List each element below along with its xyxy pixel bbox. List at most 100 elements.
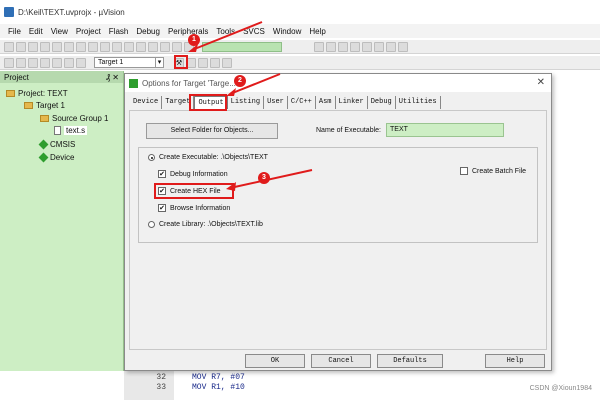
manage-runtime-icon[interactable]	[198, 57, 208, 68]
breakpoint-icon[interactable]	[350, 41, 360, 52]
defaults-button[interactable]: Defaults	[377, 354, 443, 368]
highlight-create-hex-file	[154, 183, 234, 199]
step-badge-2: 2	[234, 75, 246, 87]
kill-breakpoints-icon[interactable]	[374, 41, 384, 52]
tree-source-group-label: Source Group 1	[52, 114, 109, 123]
cut-icon[interactable]	[52, 41, 62, 52]
tab-listing[interactable]: Listing	[228, 96, 265, 109]
cancel-button[interactable]: Cancel	[311, 354, 371, 368]
download-icon[interactable]	[64, 57, 74, 68]
debug-start-icon[interactable]	[338, 41, 348, 52]
select-folder-button[interactable]: Select Folder for Objects...	[146, 123, 278, 139]
stop-build-icon[interactable]	[52, 57, 62, 68]
tree-cmsis[interactable]: CMSIS	[38, 139, 75, 150]
target-select[interactable]: Target 1 ▾	[94, 57, 164, 68]
create-library-radio[interactable]	[148, 221, 155, 228]
close-icon[interactable]: ✕	[537, 77, 545, 88]
tree-target[interactable]: Target 1	[24, 101, 65, 110]
ok-button[interactable]: OK	[245, 354, 305, 368]
outdent-icon[interactable]	[160, 41, 170, 52]
comment-icon[interactable]	[172, 41, 182, 52]
create-library-row[interactable]: Create Library: .\Objects\TEXT.lib	[148, 221, 263, 228]
panel-pin-close-icon[interactable]: ₰ ✕	[106, 73, 119, 82]
bookmark-icon[interactable]	[136, 41, 146, 52]
create-executable-row[interactable]: Create Executable: .\Objects\TEXT	[148, 154, 268, 161]
line-number: 33	[156, 383, 166, 392]
rebuild-icon[interactable]	[28, 57, 38, 68]
tab-c-cpp[interactable]: C/C++	[288, 96, 316, 109]
menu-help[interactable]: Help	[305, 27, 329, 36]
line-number: 32	[156, 373, 166, 382]
tree-device[interactable]: Device	[38, 152, 74, 163]
tree-file[interactable]: text.s	[54, 126, 88, 135]
new-file-icon[interactable]	[4, 41, 14, 52]
tree-target-label: Target 1	[36, 101, 65, 110]
dialog-titlebar: Options for Target 'Targe... ✕	[125, 74, 551, 92]
name-of-executable-field[interactable]: TEXT	[386, 123, 504, 137]
debug-information-row[interactable]: ✔ Debug Information	[158, 170, 228, 178]
step-badge-3: 3	[258, 172, 270, 184]
menu-bar: File Edit View Project Flash Debug Perip…	[0, 24, 600, 38]
find-combo[interactable]	[202, 41, 282, 52]
menu-debug[interactable]: Debug	[132, 27, 164, 36]
window-titlebar: D:\Keil\TEXT.uvprojx - µVision	[0, 0, 600, 24]
menu-window[interactable]: Window	[269, 27, 305, 36]
save-all-icon[interactable]	[40, 41, 50, 52]
create-batch-file-label: Create Batch File	[472, 167, 527, 175]
line-number-gutter: 32 33	[124, 371, 174, 400]
tab-device[interactable]: Device	[130, 96, 163, 109]
tab-utilities[interactable]: Utilities	[396, 96, 441, 109]
code-line: MOV R1, #10	[192, 383, 245, 392]
browse-information-checkbox[interactable]: ✔	[158, 204, 166, 212]
nav-forward-icon[interactable]	[124, 41, 134, 52]
tab-asm[interactable]: Asm	[316, 96, 336, 109]
name-of-executable-label: Name of Executable:	[316, 127, 381, 134]
menu-file[interactable]: File	[4, 27, 25, 36]
menu-view[interactable]: View	[47, 27, 72, 36]
create-batch-file-checkbox[interactable]	[460, 167, 468, 175]
tab-debug[interactable]: Debug	[368, 96, 396, 109]
tree-project[interactable]: Project: TEXT	[6, 89, 68, 98]
incremental-find-icon[interactable]	[326, 41, 336, 52]
configure-icon[interactable]	[398, 41, 408, 52]
disable-breakpoint-icon[interactable]	[362, 41, 372, 52]
group-folder-icon	[40, 115, 49, 122]
select-software-packs-icon[interactable]	[222, 57, 232, 68]
create-batch-file-row[interactable]: Create Batch File	[460, 167, 526, 175]
menu-svcs[interactable]: SVCS	[239, 27, 269, 36]
build-icon[interactable]	[16, 57, 26, 68]
erase-icon[interactable]	[76, 57, 86, 68]
create-executable-radio[interactable]	[148, 154, 155, 161]
target-folder-icon	[24, 102, 33, 109]
menu-edit[interactable]: Edit	[25, 27, 47, 36]
help-button[interactable]: Help	[485, 354, 545, 368]
pack-installer-icon[interactable]	[210, 57, 220, 68]
dialog-icon	[129, 78, 138, 88]
redo-icon[interactable]	[100, 41, 110, 52]
device-component-icon	[38, 152, 49, 163]
batch-build-icon[interactable]	[40, 57, 50, 68]
debug-information-checkbox[interactable]: ✔	[158, 170, 166, 178]
nav-back-icon[interactable]	[112, 41, 122, 52]
menu-project[interactable]: Project	[72, 27, 105, 36]
copy-icon[interactable]	[64, 41, 74, 52]
undo-icon[interactable]	[88, 41, 98, 52]
menu-tools[interactable]: Tools	[212, 27, 239, 36]
translate-icon[interactable]	[4, 57, 14, 68]
open-file-icon[interactable]	[16, 41, 26, 52]
tab-user[interactable]: User	[264, 96, 288, 109]
find-icon[interactable]	[314, 41, 324, 52]
menu-flash[interactable]: Flash	[105, 27, 133, 36]
paste-icon[interactable]	[76, 41, 86, 52]
menu-peripherals[interactable]: Peripherals	[164, 27, 212, 36]
browse-information-row[interactable]: ✔ Browse Information	[158, 204, 230, 212]
tab-linker[interactable]: Linker	[336, 96, 368, 109]
save-icon[interactable]	[28, 41, 38, 52]
indent-icon[interactable]	[148, 41, 158, 52]
project-panel-title: Project	[4, 72, 29, 82]
create-library-label: Create Library: .\Objects\TEXT.lib	[159, 221, 263, 228]
tree-file-label: text.s	[64, 126, 88, 135]
tree-source-group[interactable]: Source Group 1	[40, 114, 108, 123]
main-toolbar	[0, 40, 600, 54]
window-layout-icon[interactable]	[386, 41, 396, 52]
